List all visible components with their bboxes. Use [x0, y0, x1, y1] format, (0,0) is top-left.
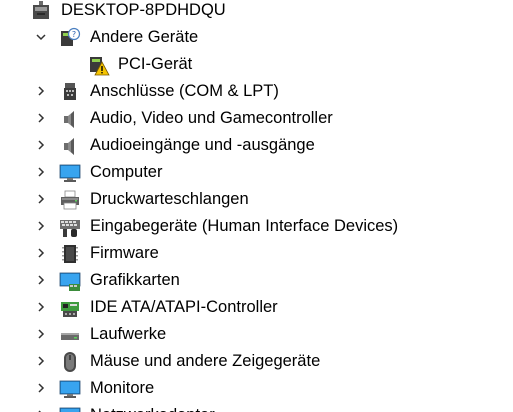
tree-item-label: Monitore — [90, 379, 155, 397]
root-label: DESKTOP-8PDHDQU — [61, 1, 226, 19]
tree-item-ide-controller[interactable]: IDE ATA/ATAPI-Controller — [0, 294, 513, 321]
tree-item-label: Firmware — [90, 244, 159, 262]
tree-item-label: IDE ATA/ATAPI-Controller — [90, 298, 278, 316]
tree-item-laufwerke[interactable]: Laufwerke — [0, 321, 513, 348]
tree-item-grafikkarten[interactable]: Grafikkarten — [0, 267, 513, 294]
tree-item-computer[interactable]: Computer — [0, 159, 513, 186]
chevron-right-icon[interactable] — [34, 354, 48, 368]
chevron-right-icon[interactable] — [34, 327, 48, 341]
tree-item-label: Anschlüsse (COM & LPT) — [90, 82, 279, 100]
tree-item-pci-geraet[interactable]: PCI-Gerät — [0, 51, 513, 78]
tree-item-druckwarteschlangen[interactable]: Druckwarteschlangen — [0, 186, 513, 213]
tree-item-anschluesse[interactable]: Anschlüsse (COM & LPT) — [0, 78, 513, 105]
unknown-device-icon: ? — [59, 27, 81, 49]
tree-root[interactable]: DESKTOP-8PDHDQU — [0, 0, 513, 24]
chevron-right-icon[interactable] — [34, 246, 48, 260]
tree-item-netzwerkadapter[interactable]: Netzwerkadapter — [0, 402, 513, 412]
firmware-chip-icon — [59, 243, 81, 265]
tree-item-eingabegeraete[interactable]: Eingabegeräte (Human Interface Devices) — [0, 213, 513, 240]
tree-item-label: Andere Geräte — [90, 28, 199, 46]
monitor-icon — [59, 378, 81, 400]
tree-item-audio-io[interactable]: Audioeingänge und -ausgänge — [0, 132, 513, 159]
chevron-right-icon[interactable] — [34, 273, 48, 287]
network-adapter-icon — [59, 405, 81, 412]
chevron-down-icon[interactable] — [34, 30, 48, 44]
tree-item-label: PCI-Gerät — [118, 55, 193, 73]
tree-item-label: Druckwarteschlangen — [90, 190, 249, 208]
device-manager-tree: DESKTOP-8PDHDQU ? Andere Geräte PCI-Gerä… — [0, 0, 513, 412]
tree-item-monitore[interactable]: Monitore — [0, 375, 513, 402]
tree-item-label: Audio, Video und Gamecontroller — [90, 109, 333, 127]
disk-drive-icon — [59, 324, 81, 346]
monitor-icon — [59, 162, 81, 184]
tree-item-maeuse[interactable]: Mäuse und andere Zeigegeräte — [0, 348, 513, 375]
chevron-right-icon[interactable] — [34, 300, 48, 314]
tree-item-audio-video[interactable]: Audio, Video und Gamecontroller — [0, 105, 513, 132]
display-adapter-icon — [59, 270, 81, 292]
chevron-right-icon[interactable] — [34, 219, 48, 233]
tree-item-label: Laufwerke — [90, 325, 167, 343]
tree-item-label: Audioeingänge und -ausgänge — [90, 136, 315, 154]
chevron-right-icon[interactable] — [34, 84, 48, 98]
speaker-icon — [59, 135, 81, 157]
tree-item-firmware[interactable]: Firmware — [0, 240, 513, 267]
chevron-right-icon[interactable] — [34, 381, 48, 395]
port-connector-icon — [59, 81, 81, 103]
chevron-right-icon[interactable] — [34, 138, 48, 152]
warning-device-icon — [88, 54, 110, 76]
tree-item-label: Grafikkarten — [90, 271, 180, 289]
chevron-right-icon[interactable] — [34, 165, 48, 179]
tree-item-label: Mäuse und andere Zeigegeräte — [90, 352, 321, 370]
printer-icon — [59, 189, 81, 211]
computer-root-icon — [30, 0, 52, 22]
tree-item-label: Computer — [90, 163, 163, 181]
chevron-right-icon[interactable] — [34, 408, 48, 412]
chevron-right-icon[interactable] — [34, 111, 48, 125]
chevron-right-icon[interactable] — [34, 192, 48, 206]
svg-text:?: ? — [72, 30, 76, 39]
mouse-icon — [59, 351, 81, 373]
speaker-icon — [59, 108, 81, 130]
tree-item-label: Eingabegeräte (Human Interface Devices) — [90, 217, 399, 235]
hid-keyboard-icon — [59, 216, 81, 238]
ide-controller-icon — [59, 297, 81, 319]
tree-item-label: Netzwerkadapter — [90, 402, 215, 412]
tree-item-andere-geraete[interactable]: ? Andere Geräte — [0, 24, 513, 51]
